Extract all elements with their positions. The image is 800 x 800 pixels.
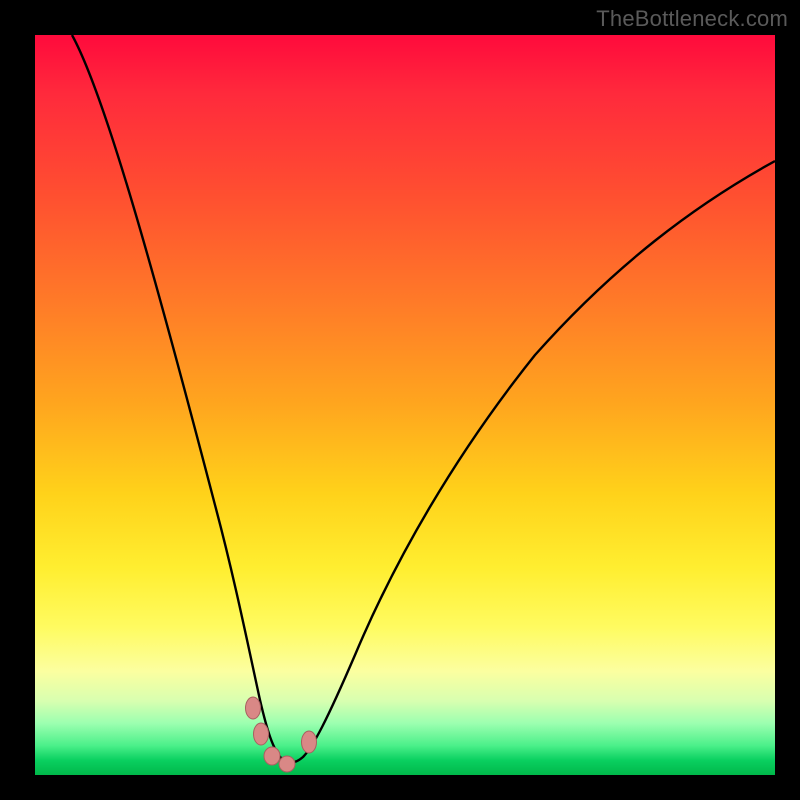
bottleneck-curve [72, 35, 775, 763]
valley-markers [246, 697, 317, 772]
marker-valley-left-2 [254, 723, 269, 745]
curve-layer [35, 35, 775, 775]
marker-valley-bottom-2 [279, 756, 295, 772]
marker-valley-left-1 [246, 697, 261, 719]
plot-area [35, 35, 775, 775]
marker-valley-right [302, 731, 317, 753]
watermark-text: TheBottleneck.com [596, 6, 788, 32]
chart-frame: TheBottleneck.com [0, 0, 800, 800]
marker-valley-bottom-1 [264, 747, 280, 765]
